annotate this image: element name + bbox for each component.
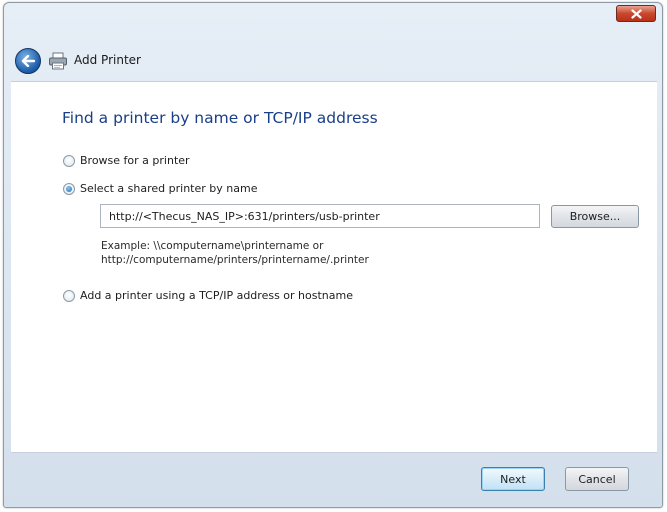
cancel-button[interactable]: Cancel (565, 467, 629, 491)
radio-tcpip[interactable] (63, 289, 75, 302)
window-title: Add Printer (74, 53, 141, 67)
wizard-content: Find a printer by name or TCP/IP address… (11, 81, 657, 453)
option-shared-printer[interactable]: Select a shared printer by name (63, 182, 257, 195)
radio-shared[interactable] (63, 182, 75, 195)
page-heading: Find a printer by name or TCP/IP address (62, 109, 378, 127)
option-shared-label: Select a shared printer by name (80, 182, 258, 195)
close-button[interactable] (616, 5, 656, 22)
radio-browse[interactable] (63, 154, 75, 167)
option-tcpip[interactable]: Add a printer using a TCP/IP address or … (63, 289, 353, 302)
option-browse-label: Browse for a printer (80, 154, 190, 167)
example-line-1: Example: \\computername\printername or (101, 240, 324, 252)
option-tcpip-label: Add a printer using a TCP/IP address or … (80, 289, 353, 302)
back-button[interactable] (15, 48, 41, 74)
add-printer-window: Add Printer Find a printer by name or TC… (3, 2, 663, 508)
example-line-2: http://computername/printers/printername… (101, 254, 369, 266)
next-button[interactable]: Next (481, 467, 545, 491)
option-browse-printer[interactable]: Browse for a printer (63, 154, 190, 167)
back-arrow-icon (21, 55, 35, 67)
printer-icon (49, 52, 67, 70)
printer-url-input[interactable] (100, 204, 540, 228)
close-icon (630, 8, 642, 19)
example-text: Example: \\computername\printername or h… (101, 239, 369, 267)
browse-button[interactable]: Browse... (551, 205, 639, 228)
